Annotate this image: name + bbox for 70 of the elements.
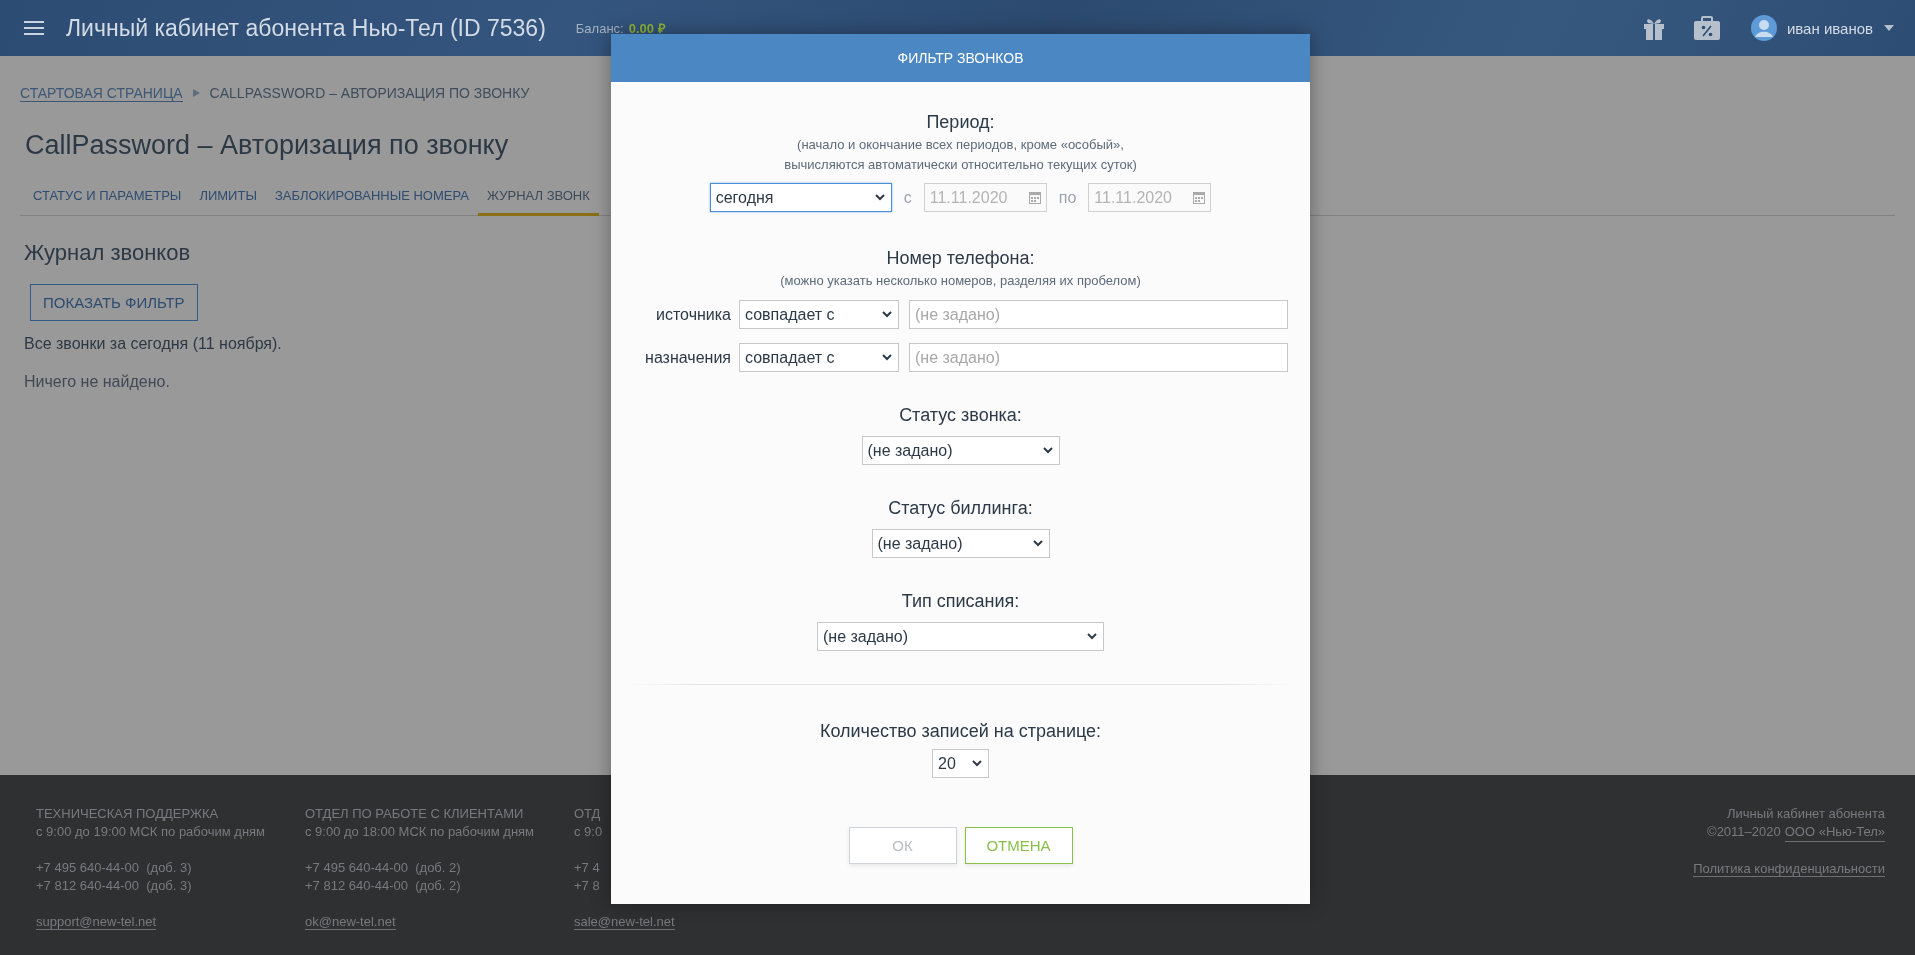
tab[interactable]: ЗАБЛОКИРОВАННЫЕ НОМЕРА (265, 176, 478, 216)
hint-text: вычисляются автоматически относительно текущих суток) (784, 156, 1137, 174)
phone-number: +7 812 640-44-00 (доб. 3) (36, 877, 193, 895)
contact-heading: ОТД (574, 805, 602, 823)
from-label: с (903, 188, 912, 207)
tab[interactable]: ЖУРНАЛ ЗВОНК (477, 176, 599, 216)
balance-label: Баланс: (575, 20, 624, 36)
percent-bag-icon[interactable] (1692, 15, 1721, 41)
chevron-down-icon (1087, 633, 1097, 640)
working-hours: с 9:0 (574, 823, 604, 841)
empty-message: Ничего не найдено. (24, 373, 171, 391)
dropdown[interactable]: 20 (932, 749, 989, 778)
section-label: Статус биллинга: (888, 497, 1033, 519)
dropdown[interactable]: совпадает с (739, 343, 899, 372)
chevron-down-icon (882, 311, 892, 318)
section-heading: Журнал звонков (24, 240, 191, 266)
dropdown[interactable]: (не задано) (817, 622, 1104, 651)
dropdown[interactable]: (не задано) (871, 529, 1050, 558)
page-title: CallPassword – Авторизация по звонку (25, 130, 509, 161)
chevron-down-icon (882, 354, 892, 361)
chevron-down-icon (1042, 447, 1053, 454)
tab[interactable]: ЛИМИТЫ (190, 176, 266, 216)
chevron-down-icon (1032, 540, 1043, 547)
copyright-text: ©2011–2020 (1707, 823, 1781, 841)
section-label: Номер телефона: (886, 247, 1035, 269)
avatar-icon[interactable] (1750, 15, 1777, 41)
menu-icon[interactable] (24, 20, 44, 36)
to-label: по (1058, 188, 1077, 207)
phone-number: +7 8 (574, 877, 601, 895)
section-label: Статус звонка: (899, 404, 1022, 426)
balance-value: 0.00 ₽ (628, 20, 666, 37)
email-link[interactable]: ok@new-tel.net (305, 914, 396, 930)
chevron-down-icon (972, 760, 982, 767)
contact-heading: ОТДЕЛ ПО РАБОТЕ С КЛИЕНТАМИ (305, 805, 525, 823)
email-link[interactable]: sale@new-tel.net (574, 914, 675, 930)
phone-number: +7 495 640-44-00 (доб. 2) (305, 859, 462, 877)
phone-number: +7 495 640-44-00 (доб. 3) (36, 859, 193, 877)
phone-number: +7 812 640-44-00 (доб. 2) (305, 877, 462, 895)
company-link[interactable]: ООО «Нью-Тел» (1784, 823, 1885, 842)
chevron-down-icon (874, 194, 885, 201)
tab[interactable]: СТАТУС И ПАРАМЕТРЫ (20, 176, 191, 216)
dropdown[interactable]: совпадает с (739, 300, 899, 329)
product-name: Личный кабинет абонента (1727, 805, 1885, 823)
hint-text: (можно указать несколько номеров, разделяя их пробелом) (780, 272, 1141, 290)
section-label: Тип списания: (901, 590, 1020, 612)
working-hours: с 9:00 до 18:00 МСК по рабочим дням (305, 823, 536, 841)
app-title: Личный кабинет абонента Нью-Тел (ID 7536) (66, 14, 546, 42)
hint-text: (начало и окончание всех периодов, кроме «особый», (797, 136, 1124, 154)
phone-input[interactable]: (не задано) (909, 300, 1288, 329)
phone-input[interactable]: (не задано) (909, 343, 1288, 372)
show-filter-button[interactable]: ПОКАЗАТЬ ФИЛЬТР (30, 284, 198, 321)
dropdown[interactable]: (не задано) (861, 436, 1060, 465)
section-label: Период: (926, 111, 995, 133)
phone-number: +7 4 (574, 859, 601, 877)
section-label: Количество записей на странице: (819, 720, 1102, 742)
user-name[interactable]: иван иванов (1786, 19, 1873, 37)
cancel-button[interactable]: ОТМЕНА (964, 827, 1073, 864)
breadcrumb-separator-icon (192, 89, 200, 97)
caret-icon[interactable] (1883, 24, 1895, 32)
field-label: источника (655, 305, 731, 324)
field-label: назначения (644, 348, 731, 367)
breadcrumb-link[interactable]: СТАРТОВАЯ СТРАНИЦА (20, 84, 183, 102)
working-hours: с 9:00 до 19:00 МСК по рабочим дням (36, 823, 267, 841)
dropdown[interactable]: сегодня (709, 183, 892, 212)
dialog-title: ФИЛЬТР ЗВОНКОВ (611, 34, 1310, 82)
email-link[interactable]: support@new-tel.net (36, 914, 157, 930)
breadcrumb-current: CALLPASSWORD – АВТОРИЗАЦИЯ ПО ЗВОНКУ (209, 85, 530, 101)
summary-text: Все звонки за сегодня (11 ноября). (24, 335, 283, 353)
contact-heading: ТЕХНИЧЕСКАЯ ПОДДЕРЖКА (36, 805, 220, 823)
privacy-link[interactable]: Политика конфиденциальности (1693, 861, 1885, 877)
